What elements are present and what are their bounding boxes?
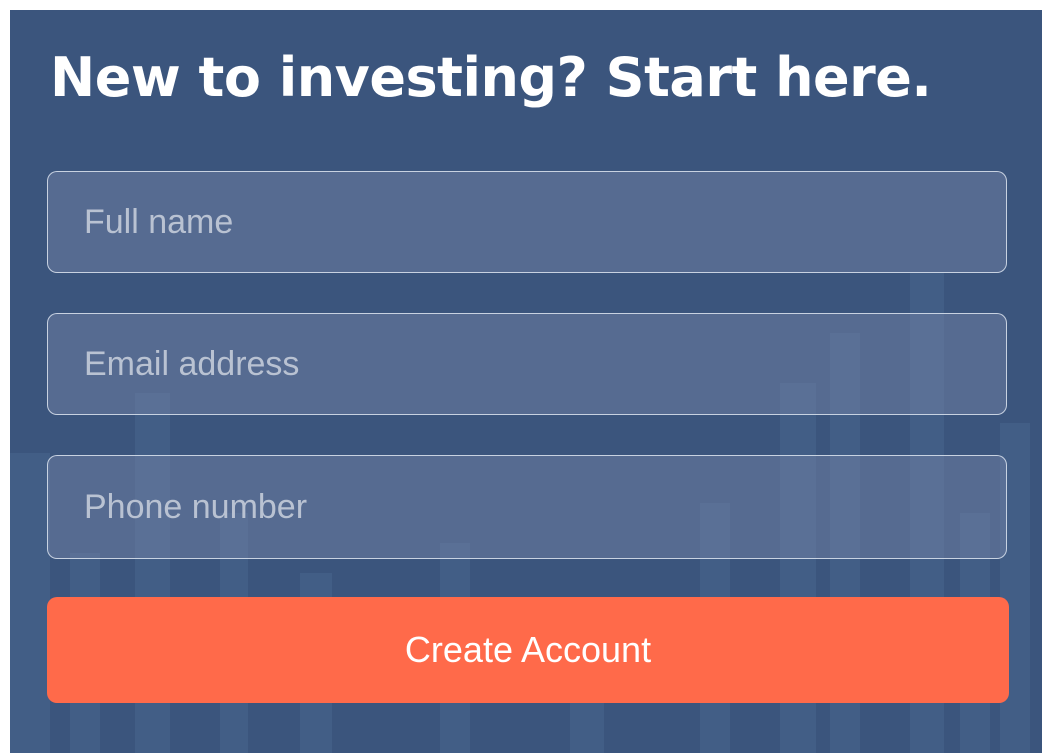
phone-input[interactable] [47, 455, 1007, 559]
headline: New to investing? Start here. [50, 46, 932, 109]
email-input[interactable] [47, 313, 1007, 415]
create-account-button[interactable]: Create Account [47, 597, 1009, 703]
signup-panel: New to investing? Start here. Create Acc… [10, 10, 1042, 753]
full-name-input[interactable] [47, 171, 1007, 273]
